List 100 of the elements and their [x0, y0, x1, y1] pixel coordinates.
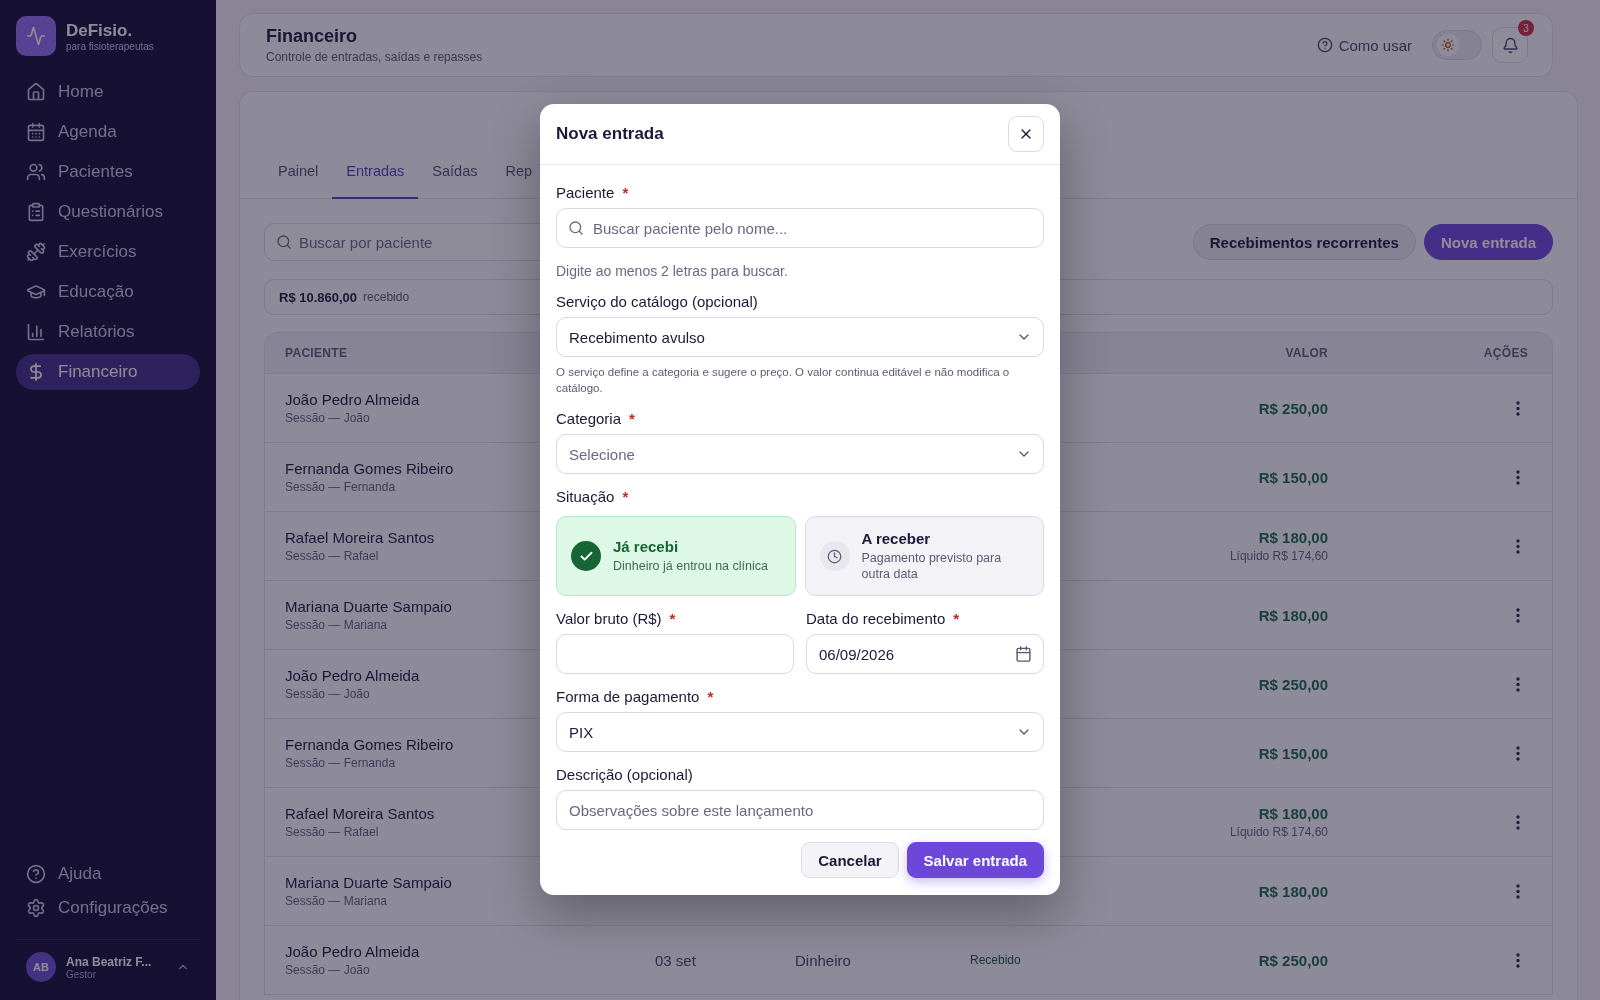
net-amount: Líquido R$ 174,60 — [1229, 825, 1328, 839]
entry-description: Sessão — João — [285, 411, 370, 425]
tab[interactable]: Entradas — [332, 151, 419, 199]
amount-text: R$ 150,00 — [1258, 744, 1328, 762]
entry-description: Sessão — Mariana — [285, 618, 388, 632]
cancel-button[interactable]: Cancelar — [801, 842, 899, 878]
required-mark: * — [953, 610, 960, 627]
users-icon — [26, 162, 46, 182]
nav-item[interactable]: Pacientes — [16, 154, 200, 190]
net-amount: Líquido R$ 174,60 — [1229, 549, 1328, 563]
patient-name: João Pedro Almeida — [285, 943, 420, 960]
date-field[interactable]: 06/09/2026 — [806, 634, 1044, 674]
amount-text: R$ 250,00 — [1258, 675, 1328, 693]
amount-text: R$ 250,00 — [1258, 399, 1328, 417]
more-icon — [1516, 745, 1520, 761]
help-icon — [26, 864, 46, 884]
user-role: Gestor — [66, 968, 97, 980]
summary-amount: R$ 10.860,00 — [279, 289, 358, 305]
required-mark: * — [669, 610, 676, 627]
required-mark: * — [707, 688, 714, 705]
more-icon — [1516, 883, 1520, 899]
required-mark: * — [622, 488, 629, 505]
select-field[interactable]: Recebimento avulso — [556, 317, 1044, 357]
select-field[interactable]: PIX — [556, 712, 1044, 752]
field-label: Valor bruto (R$) — [556, 610, 662, 627]
column-header: PACIENTE — [285, 346, 348, 360]
status-text: Recebido — [970, 953, 1022, 967]
field-label: Descrição (opcional) — [556, 766, 693, 783]
text-field[interactable] — [556, 634, 794, 674]
clipboard-icon — [26, 202, 46, 222]
help-link[interactable]: Como usar — [1316, 36, 1412, 54]
nav-item[interactable]: Financeiro — [16, 354, 200, 390]
amount-text: R$ 250,00 — [1258, 951, 1328, 969]
calendar-icon — [1015, 645, 1032, 663]
more-icon — [1516, 607, 1520, 623]
save-button[interactable]: Salvar entrada — [906, 842, 1044, 878]
dialog-title: Nova entrada — [556, 124, 664, 144]
house-icon — [26, 82, 46, 102]
entry-description: Sessão — Rafael — [285, 825, 379, 839]
status-option[interactable]: Já recebi Dinheiro já entrou na clínica — [556, 516, 796, 596]
nav-item[interactable]: Educação — [16, 274, 200, 310]
summary-label: recebido — [363, 290, 410, 304]
brand-name: DeFisio. — [66, 20, 134, 41]
amount-text: R$ 180,00 — [1258, 882, 1328, 900]
patient-name: João Pedro Almeida — [285, 667, 420, 684]
entry-description: Sessão — João — [285, 963, 370, 977]
nav-item[interactable]: Home — [16, 74, 200, 110]
nav-item[interactable]: Relatórios — [16, 314, 200, 350]
search-icon — [568, 220, 584, 236]
tab[interactable]: Saídas — [418, 151, 492, 199]
patient-name: Rafael Moreira Santos — [285, 805, 435, 822]
amount-text: R$ 180,00 — [1258, 805, 1328, 822]
patient-search-field[interactable]: Buscar paciente pelo nome... — [556, 208, 1044, 248]
entry-description: Sessão — Rafael — [285, 549, 379, 563]
logo-icon — [16, 16, 56, 56]
tab[interactable]: Painel — [264, 151, 333, 199]
bar-chart-icon — [26, 322, 46, 342]
theme-toggle[interactable] — [1432, 30, 1482, 60]
field-label: Situação — [556, 488, 615, 505]
help-icon — [1316, 37, 1333, 53]
required-mark: * — [622, 184, 629, 201]
field-note: O serviço define a categoria e sugere o preço. O valor continua editável e não modifica o catálogo. — [556, 365, 1011, 396]
sun-icon — [1441, 38, 1455, 52]
text-field[interactable]: Observações sobre este lançamento — [556, 790, 1044, 830]
field-label: Serviço do catálogo (opcional) — [556, 293, 758, 310]
notification-badge: 3 — [1518, 20, 1534, 36]
patient-name: Fernanda Gomes Ribeiro — [285, 460, 454, 477]
more-icon — [1516, 469, 1520, 485]
amount-text: R$ 150,00 — [1258, 468, 1328, 486]
page-subtitle: Controle de entradas, saídas e repasses — [266, 50, 484, 64]
bell-icon — [1501, 36, 1519, 54]
patient-name: Mariana Duarte Sampaio — [285, 874, 452, 891]
check-icon — [571, 541, 601, 571]
nav-item[interactable]: Exercícios — [16, 234, 200, 270]
status-option[interactable]: A receber Pagamento previsto para outra data — [804, 516, 1044, 596]
required-mark: * — [629, 410, 635, 427]
table-cell-text: Dinheiro — [795, 951, 852, 969]
tab[interactable]: Rep — [491, 151, 547, 199]
user-avatar: AB — [26, 952, 56, 982]
recurring-button[interactable]: Recebimentos recorrentes — [1192, 224, 1416, 260]
field-label: Paciente — [556, 184, 615, 201]
brand-tagline: para fisioterapeutas — [66, 40, 154, 52]
entry-description: Sessão — João — [285, 687, 370, 701]
nav-item[interactable]: Configurações — [16, 891, 200, 925]
field-label: Forma de pagamento — [556, 688, 700, 705]
entry-description: Sessão — Fernanda — [285, 756, 396, 770]
field-label: Categoria — [556, 410, 622, 427]
new-entry-button[interactable]: Nova entrada — [1423, 224, 1553, 260]
amount-text: R$ 180,00 — [1258, 606, 1328, 624]
select-field[interactable]: Selecione — [556, 434, 1044, 474]
search-icon — [276, 234, 292, 250]
page-title: Financeiro — [266, 26, 359, 47]
nav-item[interactable]: Ajuda — [16, 857, 200, 891]
entry-description: Sessão — Fernanda — [285, 480, 396, 494]
nav-item[interactable]: Questionários — [16, 194, 200, 230]
nav-item[interactable]: Agenda — [16, 114, 200, 150]
clock-icon — [819, 541, 850, 571]
dumbbell-icon — [26, 242, 46, 262]
field-hint: Digite ao menos 2 letras para buscar. — [556, 263, 789, 279]
close-button[interactable] — [1008, 116, 1044, 152]
